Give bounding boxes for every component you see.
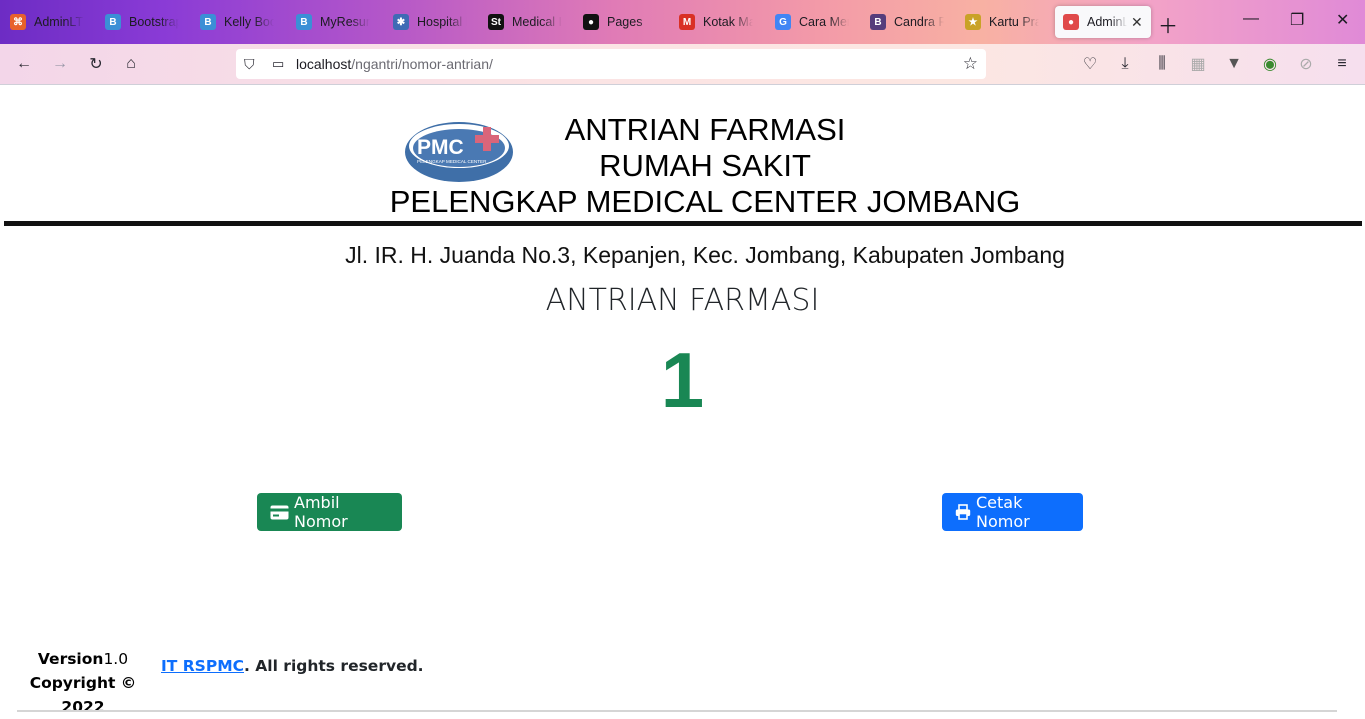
header-line-1: ANTRIAN FARMASI [564,112,846,147]
forward-icon[interactable]: → [49,53,71,75]
tab-favicon-icon: ★ [965,14,981,30]
close-window-button[interactable]: ✕ [1336,10,1349,30]
extension-icon[interactable]: ▦ [1187,53,1209,75]
tab-title: AdminL [1087,15,1127,29]
browser-tab[interactable]: B Candra Ro [870,6,944,38]
library-icon[interactable]: ⫼ [1151,53,1173,75]
credit-card-icon [270,505,289,520]
tab-title: Candra Ro [894,15,944,29]
tab-title: Kotak Ma [703,15,753,29]
take-number-button[interactable]: Ambil Nomor [257,493,402,531]
tab-favicon-icon: B [870,14,886,30]
header-divider [4,221,1362,226]
section-title: ANTRIAN FARMASI [545,283,820,318]
tab-favicon-icon: ● [583,14,599,30]
compass-extension-icon[interactable]: ⊘ [1295,53,1317,75]
footer-credits: IT RSPMC. All rights reserved. [161,657,424,675]
browser-tab[interactable]: St Medical Ic [488,6,562,38]
url-path: /ngantri/nomor-antrian/ [351,56,493,72]
browser-tab[interactable]: ● AdminL ✕ [1055,6,1151,38]
rights-text: . All rights reserved. [244,657,424,675]
it-rspmc-link[interactable]: IT RSPMC [161,657,244,675]
tab-favicon-icon: B [105,14,121,30]
url-host: localhost [296,56,352,72]
downloads-icon[interactable]: ⤓ [1114,53,1136,75]
shield-icon[interactable]: ⛉ [244,56,260,73]
new-tab-button[interactable]: ＋ [1158,10,1178,39]
printer-icon [955,504,971,520]
tab-favicon-icon: B [200,14,216,30]
browser-tab[interactable]: ⌘ AdminLTE [10,6,84,38]
browser-tab[interactable]: ✱ Hospital L [393,6,467,38]
take-number-label: Ambil Nomor [294,493,348,531]
tab-favicon-icon: G [775,14,791,30]
tab-favicon-icon: M [679,14,695,30]
tab-title: Kartu Prak [989,15,1039,29]
reload-icon[interactable]: ↻ [85,53,107,75]
vue-devtools-icon[interactable]: ▼ [1223,53,1245,75]
tab-title: Hospital L [417,15,467,29]
print-number-label: Cetak Nomor [976,493,1030,531]
address-bar[interactable]: ⛉ ▭ localhost/ngantri/nomor-antrian/ ☆ [236,49,986,79]
home-icon[interactable]: ⌂ [120,53,142,75]
tab-title: Pages [607,15,643,29]
restore-button[interactable]: ❐ [1290,10,1304,30]
browser-tab[interactable]: B Kelly Boot [200,6,274,38]
print-number-button[interactable]: Cetak Nomor [942,493,1083,531]
menu-icon[interactable]: ≡ [1331,53,1353,75]
browser-tab[interactable]: ★ Kartu Prak [965,6,1039,38]
pocket-icon[interactable]: ♡ [1079,53,1101,75]
browser-tab[interactable]: B MyResume [296,6,370,38]
tab-favicon-icon: ⌘ [10,14,26,30]
extension-globe-icon[interactable]: ◉ [1259,53,1281,75]
version-label: Version [37,650,104,668]
tab-title: Bootstrap [129,15,179,29]
bookmark-star-icon[interactable]: ☆ [963,54,978,74]
browser-tab[interactable]: M Kotak Ma [679,6,753,38]
hospital-address: Jl. IR. H. Juanda No.3, Kepanjen, Kec. J… [345,242,1065,268]
header-line-2: RUMAH SAKIT [599,148,811,183]
tab-title: Cara Men [799,15,849,29]
queue-number: 1 [660,336,705,424]
tab-favicon-icon: B [296,14,312,30]
browser-toolbar: ← → ↻ ⌂ ⛉ ▭ localhost/ngantri/nomor-antr… [0,44,1365,85]
footer-divider [17,710,1337,712]
tab-favicon-icon: ✱ [393,14,409,30]
tab-title: AdminLTE [34,15,84,29]
page-info-icon[interactable]: ▭ [272,56,286,72]
browser-tab[interactable]: B Bootstrap [105,6,179,38]
tab-title: Medical Ic [512,15,562,29]
version-value: 1.0 [103,650,129,668]
tab-title: Kelly Boot [224,15,274,29]
header-line-3: PELENGKAP MEDICAL CENTER JOMBANG [389,184,1021,219]
close-tab-icon[interactable]: ✕ [1131,14,1143,31]
browser-tab-strip: ⌘ AdminLTE B Bootstrap B Kelly Boot B MyResume ✱… [0,0,1365,44]
url-text[interactable]: localhost/ngantri/nomor-antrian/ [296,56,493,72]
footer-version-block: Version1.0 Copyright © 2022 [13,647,153,719]
browser-tab[interactable]: ● Pages [583,6,657,38]
tab-favicon-icon: St [488,14,504,30]
minimize-button[interactable]: — [1243,10,1259,28]
tab-favicon-icon: ● [1063,14,1079,30]
tab-title: MyResume [320,15,370,29]
browser-tab[interactable]: G Cara Men [775,6,849,38]
page-header-title: ANTRIAN FARMASI RUMAH SAKIT PELENGKAP ME… [375,112,1035,220]
back-icon[interactable]: ← [13,53,35,75]
